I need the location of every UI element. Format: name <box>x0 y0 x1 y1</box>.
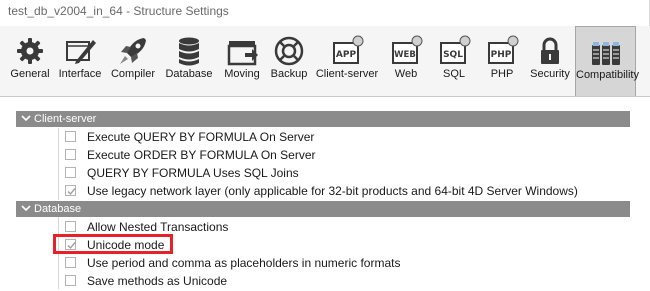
padlock-icon <box>533 34 567 68</box>
checkbox[interactable] <box>65 257 76 268</box>
app-icon-text: APP <box>336 50 357 60</box>
toolbar-label: Interface <box>58 68 102 80</box>
section-header-client-server[interactable]: Client-server <box>16 111 630 127</box>
toolbar-sql-button[interactable]: SQL SQL <box>430 26 478 96</box>
toolbar-client-server-button[interactable]: APP Client-server <box>314 26 380 96</box>
option-label: QUERY BY FORMULA Uses SQL Joins <box>87 166 299 180</box>
toolbar-label: Client-server <box>315 68 379 80</box>
database-icon <box>172 34 206 68</box>
checkbox[interactable] <box>65 167 76 178</box>
chevron-down-icon <box>20 202 32 214</box>
toolbar-label: PHP <box>490 68 514 80</box>
chevron-down-icon <box>20 112 32 124</box>
php-icon: PHP <box>485 34 519 68</box>
sql-icon: SQL <box>437 34 471 68</box>
moving-box-icon <box>225 34 259 68</box>
option-label: Execute ORDER BY FORMULA On Server <box>87 148 316 162</box>
toolbar-label: SQL <box>442 68 465 80</box>
checkbox[interactable] <box>65 149 76 160</box>
app-window-icon: APP <box>330 34 364 68</box>
lifebuoy-icon <box>272 34 306 68</box>
toolbar-general-button[interactable]: General <box>6 26 54 96</box>
checkbox[interactable] <box>65 275 76 286</box>
checkbox[interactable] <box>65 131 76 142</box>
toolbar-web-button[interactable]: WEB Web <box>382 26 430 96</box>
option-label: Allow Nested Transactions <box>87 220 229 234</box>
section-header-database[interactable]: Database <box>16 201 630 217</box>
toolbar-label: General <box>10 68 50 80</box>
web-icon-text: WEB <box>394 50 416 60</box>
compatibility-icon <box>589 35 623 69</box>
checkbox[interactable] <box>65 221 76 232</box>
gear-icon <box>13 34 47 68</box>
toolbar-label: Web <box>394 68 418 80</box>
window-title: test_db_v2004_in_64 - Structure Settings <box>8 4 229 18</box>
toolbar-moving-button[interactable]: Moving <box>218 26 266 96</box>
settings-toolbar: General Interface Compiler Database Movi… <box>0 26 650 97</box>
tree-guide-line <box>58 128 59 200</box>
option-label: Save methods as Unicode <box>87 274 228 288</box>
option-label: Use period and comma as placeholders in … <box>87 256 401 270</box>
interface-pencil-icon <box>63 34 97 68</box>
toolbar-backup-button[interactable]: Backup <box>266 26 312 96</box>
toolbar-compiler-button[interactable]: Compiler <box>106 26 160 96</box>
section-title: Database <box>34 203 82 215</box>
section-title: Client-server <box>34 113 97 125</box>
rocket-icon <box>116 34 150 68</box>
toolbar-security-button[interactable]: Security <box>526 26 574 96</box>
toolbar-label: Compiler <box>110 68 155 80</box>
toolbar-interface-button[interactable]: Interface <box>54 26 106 96</box>
checkbox-checked[interactable] <box>65 185 76 196</box>
option-label: Execute QUERY BY FORMULA On Server <box>87 130 315 144</box>
toolbar-compatibility-button[interactable]: Compatibility <box>575 26 639 96</box>
toolbar-label: Compatibility <box>576 69 639 81</box>
toolbar-label: Moving <box>224 68 260 80</box>
sql-icon-text: SQL <box>443 50 463 60</box>
checkmark-icon <box>67 188 76 196</box>
toolbar-php-button[interactable]: PHP PHP <box>478 26 526 96</box>
toolbar-database-button[interactable]: Database <box>162 26 216 96</box>
toolbar-label: Backup <box>270 68 308 80</box>
php-icon-text: PHP <box>491 50 512 60</box>
toolbar-label: Security <box>530 68 570 80</box>
option-label: Use legacy network layer (only applicabl… <box>87 184 578 198</box>
web-icon: WEB <box>389 34 423 68</box>
toolbar-label: Database <box>165 68 213 80</box>
highlight-box-unicode-mode <box>53 234 173 254</box>
structure-settings-window: test_db_v2004_in_64 - Structure Settings… <box>0 0 650 289</box>
